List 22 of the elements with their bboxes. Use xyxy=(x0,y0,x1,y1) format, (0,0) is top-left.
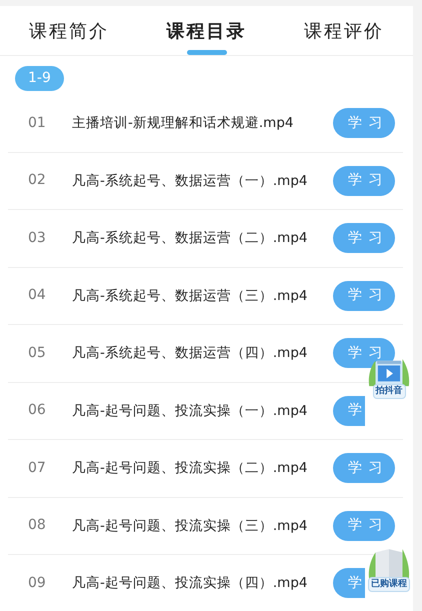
lesson-number: 04 xyxy=(27,286,47,306)
tab[interactable]: 课程评价 xyxy=(275,6,413,56)
lesson-title[interactable]: 凡高-系统起号、数据运营（二）.mp4 xyxy=(72,228,333,248)
lesson-title[interactable]: 主播培训-新规理解和话术规避.mp4 xyxy=(72,113,333,134)
lesson-number: 05 xyxy=(27,344,47,363)
lesson-title[interactable]: 凡高-起号问题、投流实操（一）.mp4 xyxy=(72,400,333,421)
floating-button[interactable]: 已购课程 xyxy=(366,546,412,592)
tab[interactable]: 课程简介 xyxy=(0,6,138,56)
lesson-number: 01 xyxy=(27,114,47,133)
tab[interactable]: 课程目录 xyxy=(138,6,276,56)
lesson-title[interactable]: 凡高-系统起号、数据运营（四）.mp4 xyxy=(72,343,333,364)
lesson-title[interactable]: 凡高-起号问题、投流实操（三）.mp4 xyxy=(72,516,333,536)
lesson-number: 09 xyxy=(27,574,47,593)
lesson-title[interactable]: 凡高-系统起号、数据运营（一）.mp4 xyxy=(72,170,333,191)
lesson-title[interactable]: 凡高-起号问题、投流实操（二）.mp4 xyxy=(72,458,333,478)
lesson-title[interactable]: 凡高-起号问题、投流实操（四）.mp4 xyxy=(72,573,333,594)
lesson-number: 06 xyxy=(27,401,47,420)
lesson-number: 08 xyxy=(27,516,47,536)
lesson-number: 02 xyxy=(27,171,47,190)
lesson-title[interactable]: 凡高-系统起号、数据运营（三）.mp4 xyxy=(72,286,333,306)
lesson-number: 07 xyxy=(27,458,47,478)
lesson-number: 03 xyxy=(27,228,47,248)
